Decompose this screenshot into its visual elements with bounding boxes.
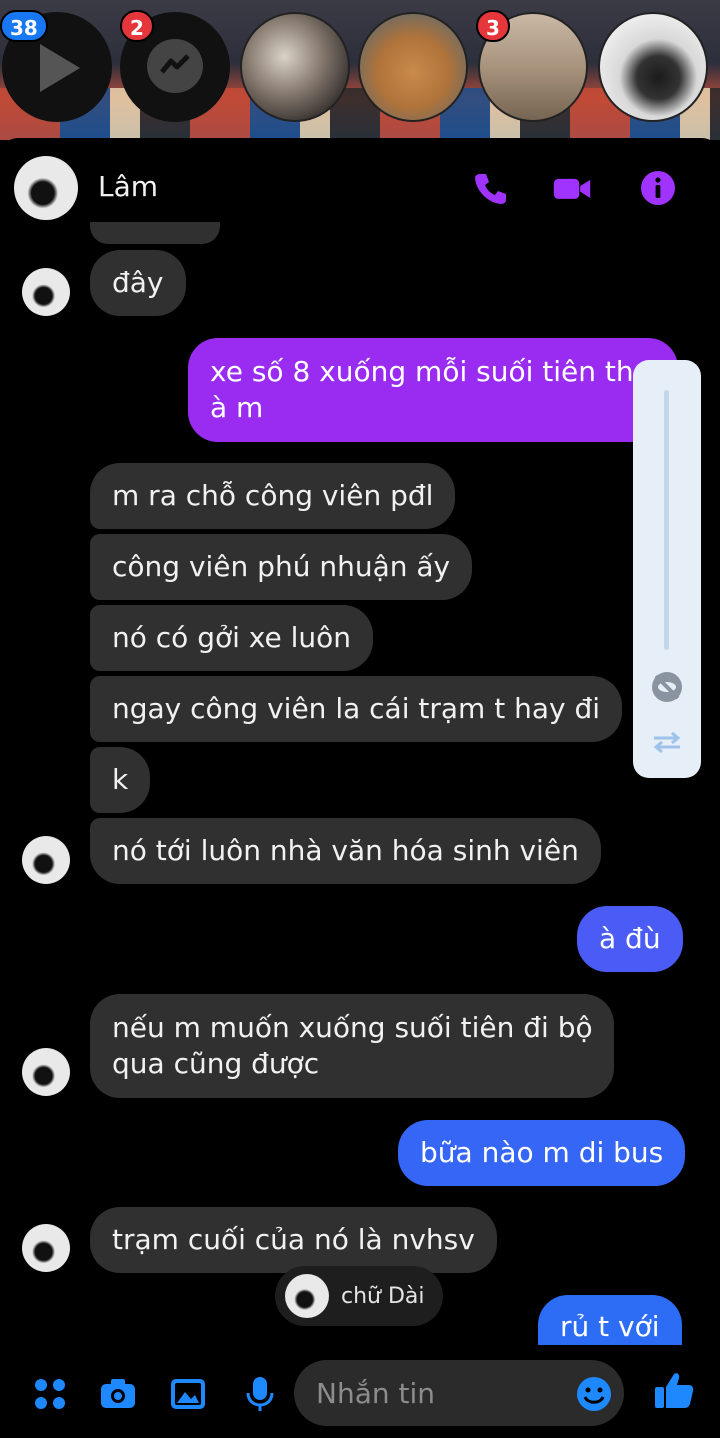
chip-label: chữ Dài [341, 1283, 425, 1309]
message-bubble-outgoing[interactable]: xe số 8 xuống mỗi suối tiên thoi à m [188, 338, 678, 442]
message-bubble[interactable]: nếu m muốn xuống suối tiên đi bộ qua cũn… [90, 994, 614, 1098]
avatar [22, 836, 70, 884]
message-bubble-outgoing[interactable]: bữa nào m di bus [398, 1120, 686, 1186]
microphone-icon[interactable] [240, 1374, 280, 1414]
apps-icon[interactable] [30, 1374, 70, 1414]
floating-slider-panel[interactable] [633, 360, 701, 778]
message-bubble-outgoing[interactable]: rủ t với [538, 1295, 682, 1345]
chat-head-lam[interactable] [598, 12, 708, 122]
message-composer: Nhắn tin [0, 1358, 720, 1438]
messenger-badge: 2 [120, 10, 154, 42]
typing-indicator-chip[interactable]: chữ Dài [275, 1266, 443, 1326]
message-text: qua cũng được [112, 1047, 320, 1080]
message-bubble [90, 222, 220, 244]
swap-icon[interactable] [650, 730, 684, 754]
phone-icon[interactable] [470, 168, 510, 208]
emoji-icon[interactable] [574, 1374, 614, 1414]
slider-track[interactable] [664, 390, 669, 650]
avatar [285, 1274, 329, 1318]
messenger-bolt-icon [160, 54, 190, 74]
eye-off-icon[interactable] [650, 670, 684, 704]
camera-icon[interactable] [98, 1374, 138, 1414]
like-icon[interactable] [652, 1368, 696, 1412]
message-bubble[interactable]: nó tới luôn nhà văn hóa sinh viên [90, 818, 601, 884]
avatar [22, 1048, 70, 1096]
avatar [22, 1224, 70, 1272]
avatar[interactable] [14, 156, 78, 220]
message-text: nếu m muốn xuống suối tiên đi bộ [112, 1011, 593, 1044]
message-text: xe số 8 xuống mỗi suối tiên thoi [210, 355, 659, 388]
chat-head-group[interactable] [240, 12, 350, 122]
video-badge: 38 [0, 10, 48, 42]
info-icon[interactable] [638, 168, 678, 208]
gallery-icon[interactable] [168, 1374, 208, 1414]
message-bubble[interactable]: k [90, 747, 151, 813]
play-icon [40, 44, 80, 92]
contact-name[interactable]: Lâm [98, 170, 158, 203]
message-bubble[interactable]: đây [90, 250, 186, 316]
message-bubble[interactable]: nó có gởi xe luôn [90, 605, 374, 671]
message-bubble[interactable]: công viên phú nhuận ấy [90, 534, 473, 600]
chat-heads-bar: 38 2 3 [0, 0, 720, 140]
person-badge: 3 [476, 10, 510, 42]
message-bubble[interactable]: trạm cuối của nó là nvhsv [90, 1207, 497, 1273]
conversation-panel: Lâm đây xe số 8 xuống mỗi suối tiên thoi… [0, 138, 720, 1438]
message-bubble[interactable]: m ra chỗ công viên pđl [90, 463, 456, 529]
avatar [22, 268, 70, 316]
message-bubble-outgoing[interactable]: à đù [577, 906, 683, 972]
video-call-icon[interactable] [552, 168, 592, 208]
chat-head-dog[interactable] [358, 12, 468, 122]
message-text: à m [210, 391, 264, 424]
message-bubble[interactable]: ngay công viên la cái trạm t hay đi [90, 676, 623, 742]
